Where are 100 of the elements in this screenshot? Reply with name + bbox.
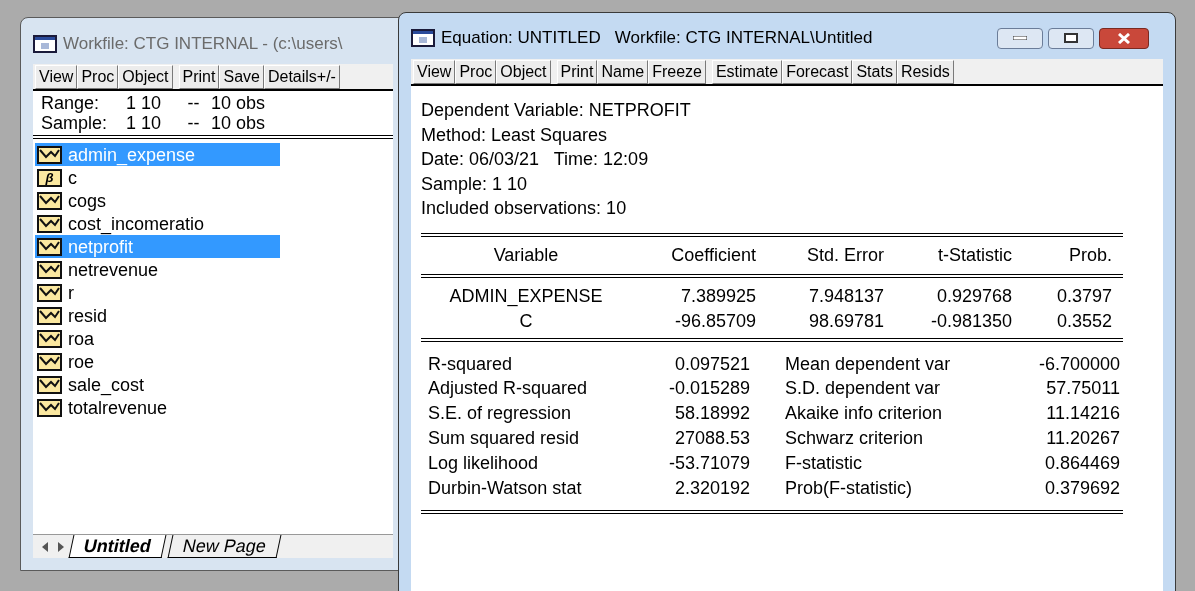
table-cell-text: 0.929768 <box>935 284 1012 308</box>
scroll-right-icon[interactable] <box>57 542 65 552</box>
toolbar-button[interactable]: Save <box>219 64 264 89</box>
statistic-value: 58.18992 <box>673 402 750 426</box>
series-icon <box>37 283 62 302</box>
range-label: Range: <box>41 93 101 113</box>
window-title: Equation: UNTITLED Workfile: CTG INTERNAL\Untitled <box>441 27 873 50</box>
window-title: Workfile: CTG INTERNAL - (c:\users\ <box>63 33 343 56</box>
toolbar-button[interactable]: Name <box>597 59 649 84</box>
statistic-label: Adjusted R-squared <box>428 377 589 401</box>
minimize-icon <box>1013 36 1027 40</box>
statistic-value: 0.097521 <box>673 352 750 376</box>
series-icon <box>37 329 62 348</box>
output-line: Included observations: 10 <box>421 197 627 221</box>
column-header: t-Statistic <box>937 243 1012 267</box>
table-cell-text: -0.981350 <box>929 309 1012 333</box>
toolbar-button[interactable]: Details+/- <box>263 64 340 89</box>
object-item[interactable]: resid <box>35 304 280 327</box>
statistic-value: 2.320192 <box>673 476 750 500</box>
toolbar-button[interactable]: View <box>35 64 78 89</box>
object-item[interactable]: cost_incomeratio <box>35 212 280 235</box>
column-header: Variable <box>492 243 560 267</box>
toolbar-button[interactable]: Freeze <box>648 59 706 84</box>
statistic-label: S.E. of regression <box>428 402 573 426</box>
statistic-value: 27088.53 <box>673 426 750 450</box>
series-icon <box>37 145 62 164</box>
table-cell-text: 7.948137 <box>807 284 884 308</box>
object-item[interactable]: sale_cost <box>35 373 280 396</box>
restore-icon <box>1064 33 1078 43</box>
maximize-button[interactable] <box>1048 27 1094 49</box>
statistic-label: S.D. dependent var <box>785 377 942 401</box>
toolbar-button[interactable]: Object <box>496 59 551 84</box>
statistic-value: -53.71079 <box>667 451 750 475</box>
statistic-label: Prob(F-statistic) <box>785 476 913 500</box>
toolbar-button[interactable]: Print <box>556 59 598 84</box>
scroll-left-icon[interactable] <box>41 542 49 552</box>
statistic-value: 0.379692 <box>1043 476 1120 500</box>
column-header: Coefficient <box>670 243 756 267</box>
page-tab[interactable]: Untitled <box>68 535 167 558</box>
statistic-label: F-statistic <box>785 451 863 475</box>
range-value: 1 10 <box>126 93 163 113</box>
column-header: Prob. <box>1067 243 1112 267</box>
series-icon <box>37 260 62 279</box>
object-item[interactable]: netrevenue <box>35 258 280 281</box>
statistic-value: 0.864469 <box>1043 451 1120 475</box>
observation-count: 10 obs <box>211 93 266 113</box>
observation-count: 10 obs <box>211 113 266 133</box>
statistic-label: Schwarz criterion <box>785 426 925 450</box>
output-line: Sample: 1 10 <box>421 172 528 196</box>
window-icon <box>411 29 435 47</box>
table-cell-text: 0.3797 <box>1055 284 1112 308</box>
statistic-value: 57.75011 <box>1045 377 1120 401</box>
object-item[interactable]: β c <box>35 166 280 189</box>
table-cell-text: 7.389925 <box>679 284 756 308</box>
series-icon <box>37 191 62 210</box>
object-item[interactable]: cogs <box>35 189 280 212</box>
range-value: 1 10 <box>126 113 163 133</box>
statistic-value: 11.20267 <box>1045 426 1120 450</box>
series-icon <box>37 398 62 417</box>
minimize-button[interactable] <box>997 27 1043 49</box>
object-item[interactable]: roe <box>35 350 280 373</box>
close-button[interactable] <box>1099 27 1149 49</box>
statistic-label: R-squared <box>428 352 514 376</box>
close-icon <box>1117 32 1131 44</box>
range-separator: -- <box>186 113 201 133</box>
coefficient-icon: β <box>37 168 62 187</box>
output-line: Method: Least Squares <box>421 123 608 147</box>
table-cell-text: C <box>518 309 534 333</box>
toolbar-button[interactable]: Forecast <box>782 59 853 84</box>
statistic-label: Sum squared resid <box>428 426 581 450</box>
page-tab[interactable]: New Page <box>167 535 282 558</box>
object-item[interactable]: r <box>35 281 280 304</box>
statistic-label: Log likelihood <box>428 451 540 475</box>
range-label: Sample: <box>41 113 109 133</box>
statistic-label: Durbin-Watson stat <box>428 476 583 500</box>
table-cell-text: -96.85709 <box>673 309 756 333</box>
toolbar-button[interactable]: Print <box>178 64 220 89</box>
toolbar-button[interactable]: Resids <box>896 59 954 84</box>
object-item[interactable]: roa <box>35 327 280 350</box>
column-header: Std. Error <box>805 243 884 267</box>
output-line: Date: 06/03/21 Time: 12:09 <box>421 148 649 172</box>
statistic-label: Mean dependent var <box>785 352 952 376</box>
toolbar-button[interactable]: View <box>413 59 456 84</box>
toolbar-button[interactable]: Estimate <box>711 59 783 84</box>
window-icon <box>33 35 57 53</box>
table-cell-text: 98.69781 <box>807 309 884 333</box>
output-line: Dependent Variable: NETPROFIT <box>421 99 691 122</box>
toolbar-button[interactable]: Proc <box>77 64 119 89</box>
statistic-value: -0.015289 <box>667 377 750 401</box>
toolbar-button[interactable]: Object <box>118 64 173 89</box>
object-item[interactable]: totalrevenue <box>35 396 280 419</box>
statistic-label: Akaike info criterion <box>785 402 944 426</box>
statistic-value: -6.700000 <box>1037 352 1120 376</box>
toolbar-button[interactable]: Stats <box>852 59 897 84</box>
range-separator: -- <box>186 93 201 113</box>
table-cell-text: 0.3552 <box>1055 309 1112 333</box>
series-icon <box>37 237 62 256</box>
series-icon <box>37 352 62 371</box>
table-cell-text: ADMIN_EXPENSE <box>448 284 604 309</box>
toolbar-button[interactable]: Proc <box>455 59 497 84</box>
